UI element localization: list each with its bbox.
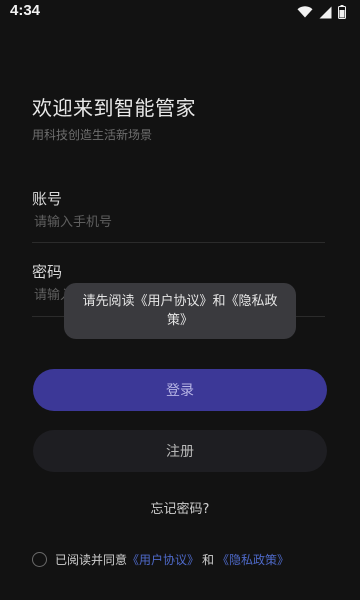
status-bar: 4:34 bbox=[0, 0, 360, 26]
status-time: 4:34 bbox=[10, 2, 41, 19]
signal-icon bbox=[319, 6, 332, 18]
account-input[interactable] bbox=[32, 207, 329, 237]
privacy-policy-link[interactable]: 《隐私政策》 bbox=[217, 551, 289, 568]
agreement-checkbox[interactable] bbox=[32, 552, 47, 567]
user-agreement-link[interactable]: 《用户协议》 bbox=[127, 551, 199, 568]
welcome-subtitle: 用科技创造生活新场景 bbox=[32, 128, 153, 142]
agreement-row: 已阅读并同意 《用户协议》 和 《隐私政策》 bbox=[32, 551, 289, 568]
wifi-icon bbox=[297, 6, 313, 18]
toast-message: 请先阅读《用户协议》和《隐私政策》 bbox=[64, 283, 296, 339]
toast-text: 请先阅读《用户协议》和《隐私政策》 bbox=[82, 294, 278, 328]
login-button[interactable]: 登录 bbox=[33, 369, 327, 411]
account-underline bbox=[32, 242, 325, 243]
account-label: 账号 bbox=[32, 190, 63, 208]
password-label: 密码 bbox=[32, 263, 63, 281]
forgot-password-link[interactable]: 忘记密码? bbox=[0, 498, 360, 517]
agreement-conjunction: 和 bbox=[202, 553, 215, 567]
register-button[interactable]: 注册 bbox=[33, 430, 327, 472]
welcome-title: 欢迎来到智能管家 bbox=[32, 96, 196, 120]
battery-icon bbox=[338, 5, 346, 19]
agreement-prefix: 已阅读并同意 bbox=[55, 553, 128, 567]
status-icons bbox=[297, 5, 346, 19]
